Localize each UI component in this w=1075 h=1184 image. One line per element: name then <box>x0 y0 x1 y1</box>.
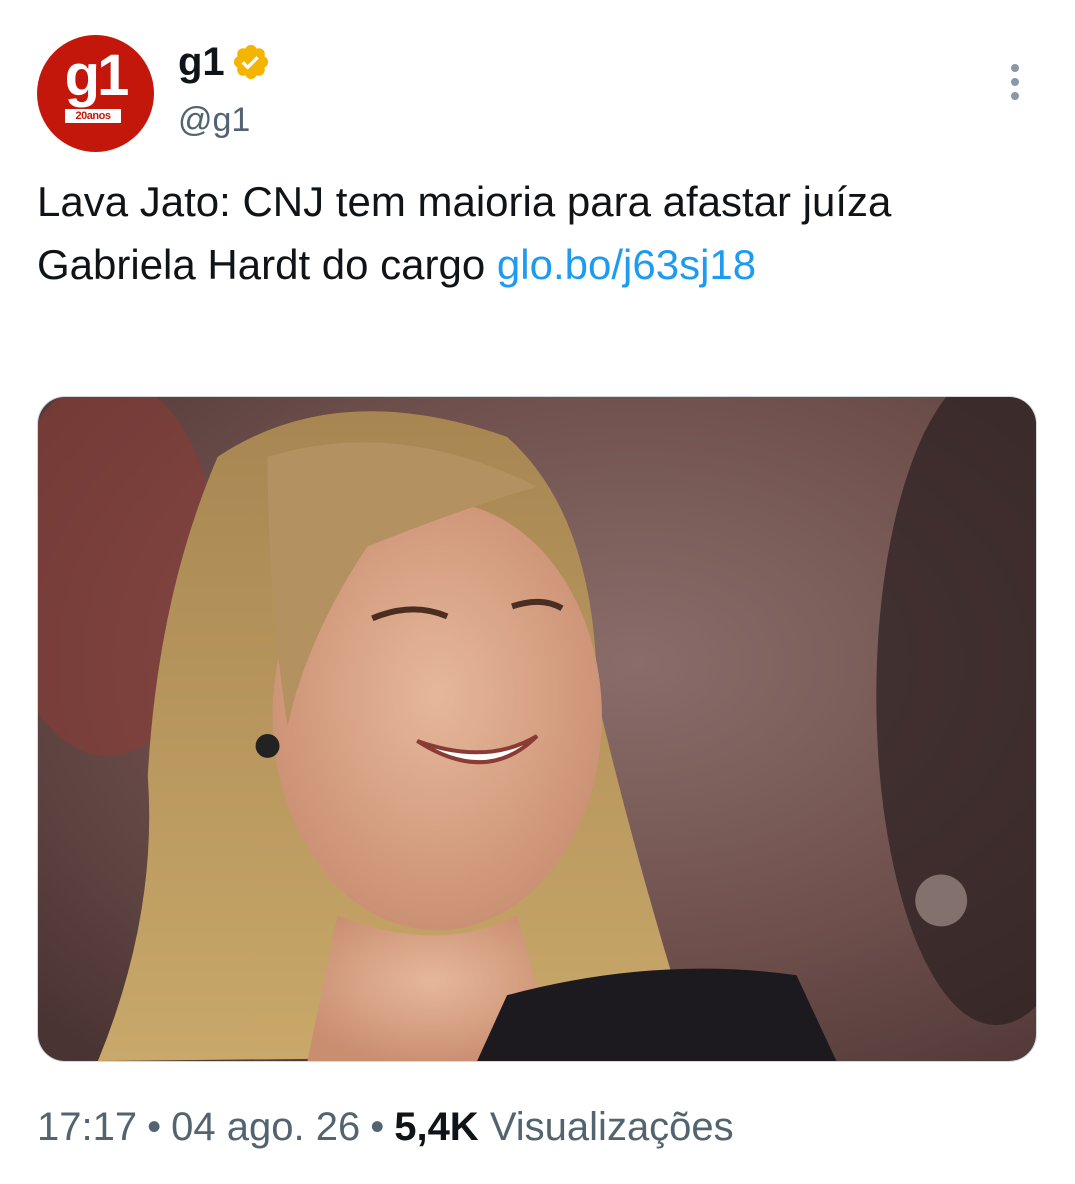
tweet-time[interactable]: 17:17 <box>37 1105 137 1149</box>
views-label: Visualizações <box>489 1105 734 1149</box>
g1-logo: g1 <box>64 43 130 108</box>
tweet-photo[interactable] <box>37 396 1037 1062</box>
views-count: 5,4K <box>394 1105 479 1149</box>
tweet-body: Lava Jato: CNJ tem maioria para afastar … <box>37 178 892 288</box>
tweet-text: Lava Jato: CNJ tem maioria para afastar … <box>37 170 1027 296</box>
separator: • <box>147 1105 162 1149</box>
avatar-badge: 20anos <box>65 109 121 123</box>
tweet-meta: 17:17 • 04 ago. 26 • 5,4K Visualizações <box>37 1100 734 1154</box>
tweet-card: g1 20anos g1 @g1 Lava Jato: CNJ tem maio… <box>0 0 1075 1184</box>
tweet-date[interactable]: 04 ago. 26 <box>171 1105 360 1149</box>
tweet-link[interactable]: glo.bo/j63sj18 <box>497 241 756 288</box>
separator: • <box>370 1105 385 1149</box>
display-name[interactable]: g1 <box>178 38 225 86</box>
more-vertical-icon[interactable] <box>1004 64 1026 104</box>
photo-of-smiling-woman <box>38 397 1036 1061</box>
handle[interactable]: @g1 <box>178 100 250 140</box>
name-row: g1 <box>178 38 271 86</box>
avatar[interactable]: g1 20anos <box>37 35 154 152</box>
verified-badge-icon <box>233 44 268 80</box>
